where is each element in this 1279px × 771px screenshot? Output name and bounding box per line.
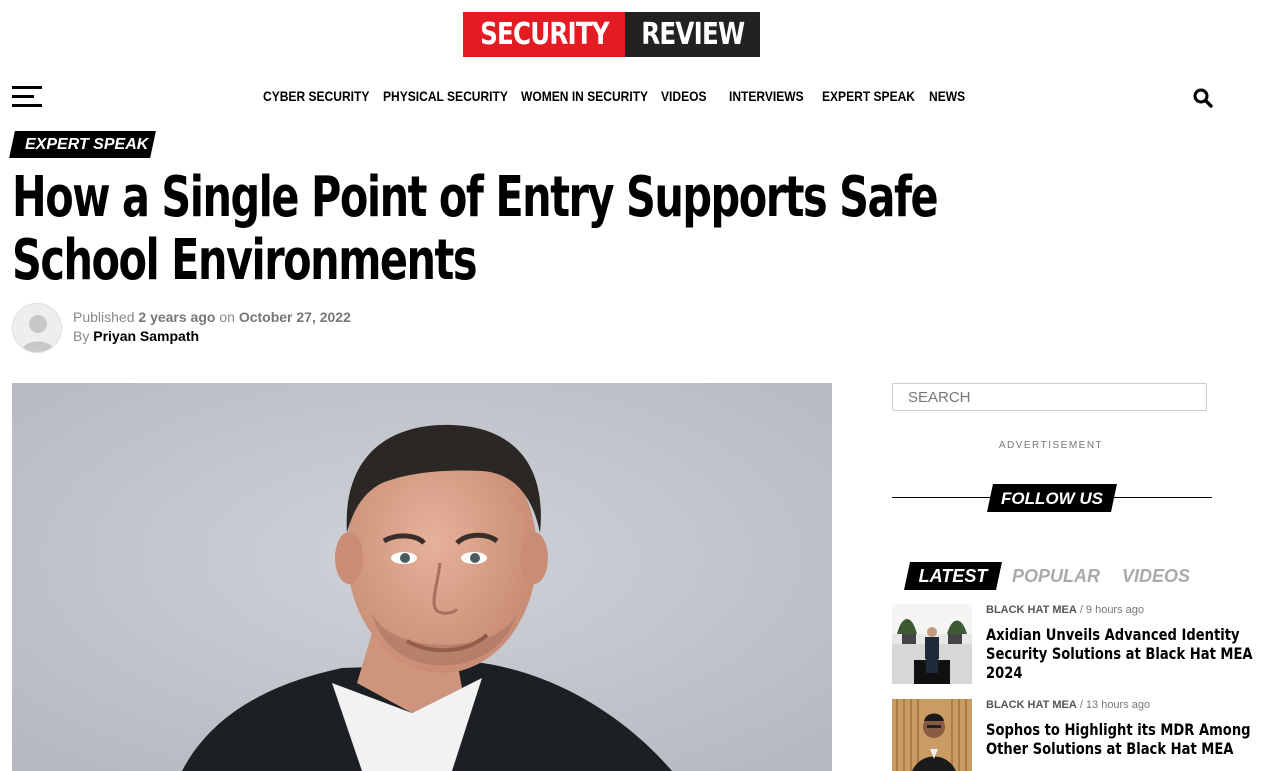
story-separator: / — [1079, 699, 1083, 711]
nav-item-expert-speak[interactable]: EXPERT SPEAK — [822, 88, 915, 104]
tab-latest[interactable]: LATEST — [904, 562, 1002, 590]
nav-item-physical-security[interactable]: PHYSICAL SECURITY — [383, 88, 508, 104]
story-headline-line: Other Solutions at Black Hat MEA — [986, 739, 1234, 758]
story-headline[interactable]: Sophos to Highlight its MDR Among Other … — [986, 720, 1251, 758]
tab-popular[interactable]: POPULAR — [1012, 566, 1100, 594]
article-title: How a Single Point of Entry Supports Saf… — [12, 166, 952, 292]
story-headline-line: Security Solutions at Black Hat MEA — [986, 644, 1253, 663]
logo-left-text: SECURITY — [479, 17, 610, 52]
author-avatar[interactable] — [12, 303, 62, 353]
story-time: 9 hours ago — [1085, 604, 1145, 616]
nav-item-videos[interactable]: VIDEOS — [661, 88, 706, 104]
story-headline-line: 2024 — [986, 663, 1023, 682]
nav-item-women-in-security[interactable]: WOMEN IN SECURITY — [521, 88, 648, 104]
story-thumbnail[interactable] — [892, 699, 972, 771]
avatar-placeholder-icon — [13, 304, 61, 352]
hamburger-menu-icon[interactable] — [12, 86, 42, 108]
nav-item-news[interactable]: NEWS — [929, 88, 965, 104]
story-separator: / — [1079, 604, 1083, 616]
follow-us-heading: FOLLOW US — [987, 484, 1117, 512]
published-relative: 2 years ago — [138, 309, 216, 325]
category-badge[interactable]: EXPERT SPEAK — [9, 131, 156, 158]
byline: By Priyan Sampath — [73, 328, 199, 344]
tab-latest-label: LATEST — [918, 566, 988, 586]
published-prefix: Published — [73, 309, 135, 325]
search-icon[interactable] — [1192, 87, 1214, 109]
article-title-line-1: How a Single Point of Entry Supports Saf… — [12, 165, 939, 230]
category-badge-label: EXPERT SPEAK — [25, 136, 149, 153]
story-meta: BLACK HAT MEA/9 hours ago — [986, 604, 1144, 616]
story-headline-line: Axidian Unveils Advanced Identity — [986, 625, 1240, 644]
logo-right-text: REVIEW — [641, 17, 745, 52]
story-headline-line: Sophos to Highlight its MDR Among — [986, 720, 1251, 739]
published-on: on — [219, 309, 235, 325]
story-category[interactable]: BLACK HAT MEA — [986, 604, 1077, 616]
nav-item-interviews[interactable]: INTERVIEWS — [729, 88, 804, 104]
story-meta: BLACK HAT MEA/13 hours ago — [986, 699, 1150, 711]
author-link[interactable]: Priyan Sampath — [93, 328, 199, 344]
story-category[interactable]: BLACK HAT MEA — [986, 699, 1077, 711]
site-logo[interactable]: SECURITY REVIEW — [463, 12, 760, 57]
story-thumbnail[interactable] — [892, 604, 972, 684]
published-date: October 27, 2022 — [238, 309, 351, 325]
advertisement-label: ADVERTISEMENT — [998, 440, 1104, 451]
logo-left-block: SECURITY — [463, 12, 625, 57]
follow-us-label: FOLLOW US — [1001, 489, 1103, 508]
tab-videos[interactable]: VIDEOS — [1122, 566, 1190, 594]
sidebar-search-input[interactable] — [892, 383, 1207, 411]
nav-item-cyber-security[interactable]: CYBER SECURITY — [263, 88, 369, 104]
logo-right-block: REVIEW — [625, 12, 760, 57]
story-time: 13 hours ago — [1085, 699, 1151, 711]
article-title-line-2: School Environments — [12, 228, 478, 293]
publish-info: Published 2 years ago on October 27, 202… — [73, 309, 351, 325]
byline-prefix: By — [73, 328, 90, 344]
story-headline[interactable]: Axidian Unveils Advanced Identity Securi… — [986, 625, 1253, 682]
article-hero-image — [12, 383, 832, 771]
